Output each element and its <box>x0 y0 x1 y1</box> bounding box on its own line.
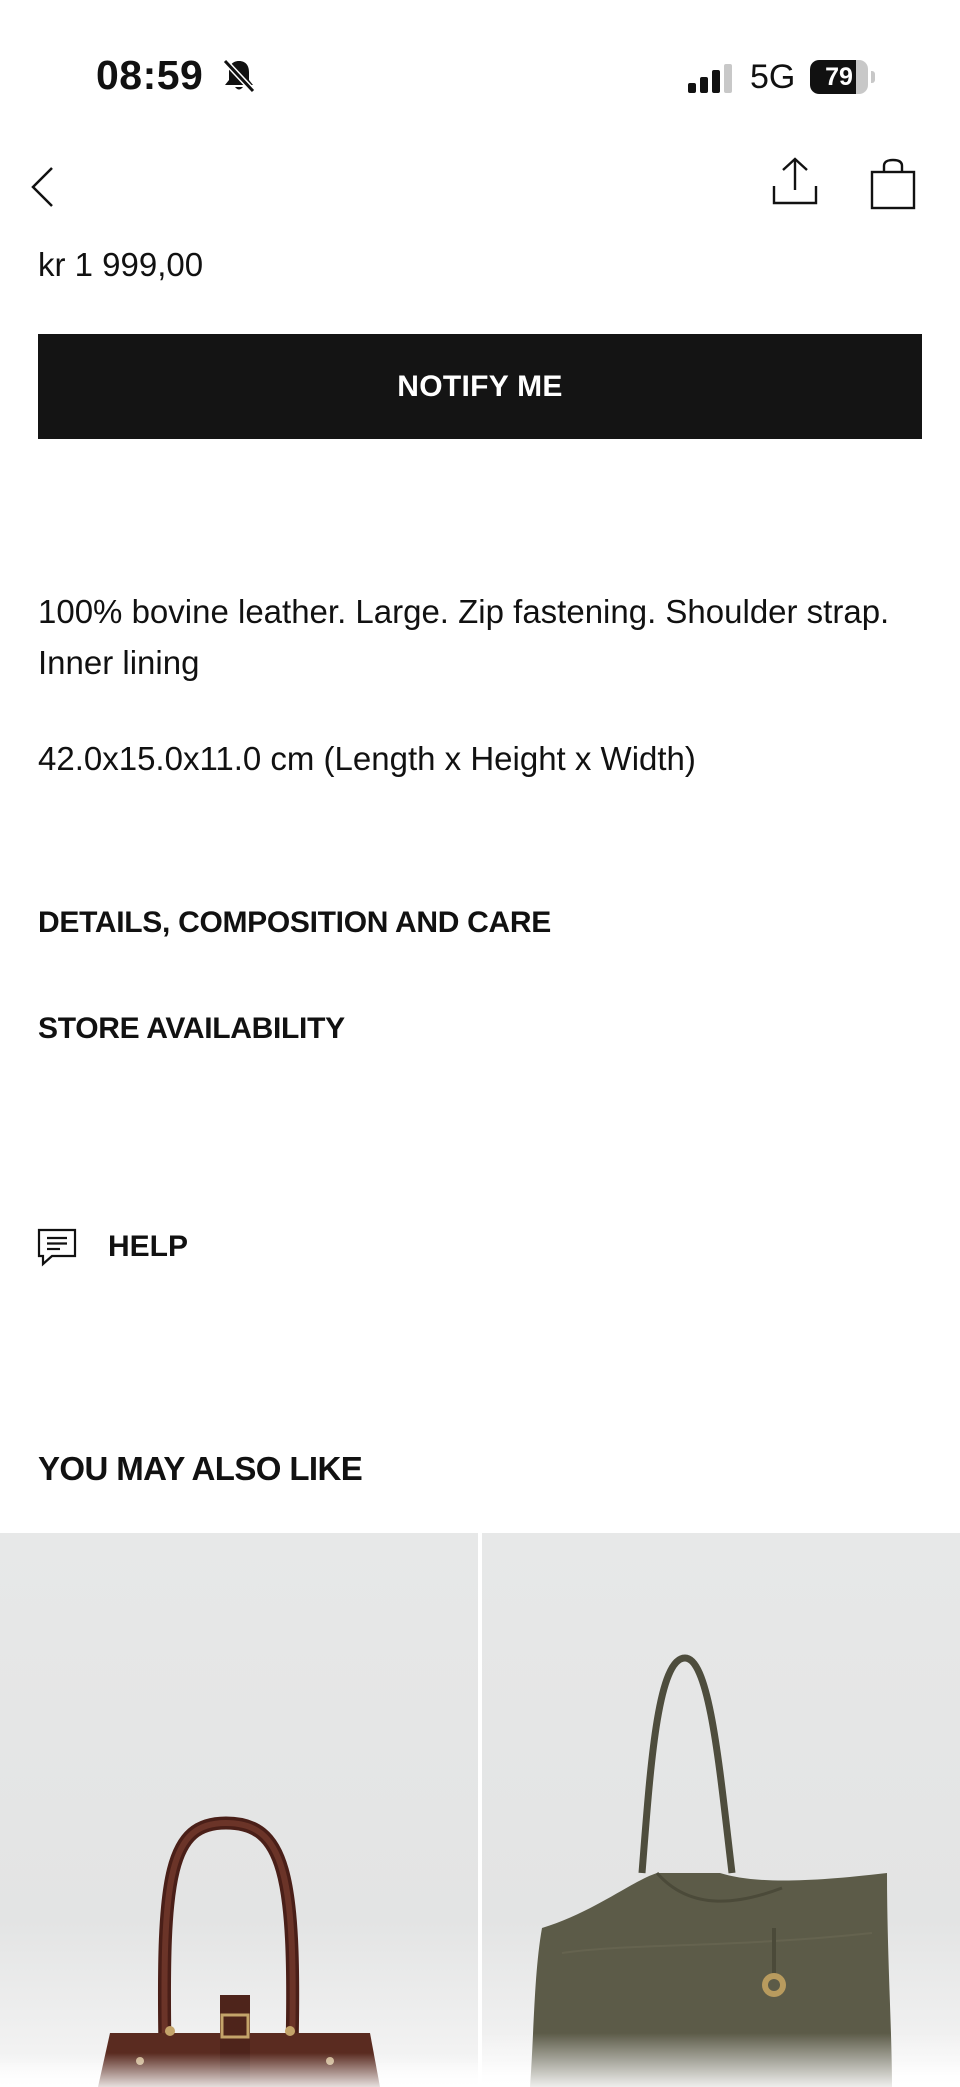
recommendations-grid <box>0 1533 960 2087</box>
shopping-bag-icon[interactable] <box>870 158 916 210</box>
details-composition-care-link[interactable]: DETAILS, COMPOSITION AND CARE <box>38 906 551 940</box>
back-chevron-icon[interactable] <box>28 164 58 210</box>
status-bar: 08:59 5G 79 <box>0 0 960 150</box>
store-availability-link[interactable]: STORE AVAILABILITY <box>38 1012 345 1046</box>
network-type: 5G <box>750 58 796 96</box>
signal-icon <box>688 64 732 93</box>
status-time: 08:59 <box>96 52 204 98</box>
olive-tote-bag-image <box>482 1654 960 2087</box>
battery-indicator: 79 <box>810 60 876 94</box>
battery-level: 79 <box>825 63 853 91</box>
product-dimensions: 42.0x15.0x11.0 cm (Length x Height x Wid… <box>38 740 696 777</box>
notify-me-button[interactable]: NOTIFY ME <box>38 334 922 439</box>
help-label: HELP <box>108 1230 189 1263</box>
recommendations-title: YOU MAY ALSO LIKE <box>38 1450 363 1487</box>
brown-bowling-bag-image <box>0 1816 478 2087</box>
recommended-product-card[interactable] <box>482 1533 960 2087</box>
chat-icon <box>37 1228 77 1267</box>
recommended-product-card[interactable] <box>0 1533 478 2087</box>
product-price: kr 1 999,00 <box>38 246 204 283</box>
product-description: 100% bovine leather. Large. Zip fastenin… <box>38 593 890 681</box>
bell-slash-icon <box>222 58 256 94</box>
share-icon[interactable] <box>770 156 820 208</box>
